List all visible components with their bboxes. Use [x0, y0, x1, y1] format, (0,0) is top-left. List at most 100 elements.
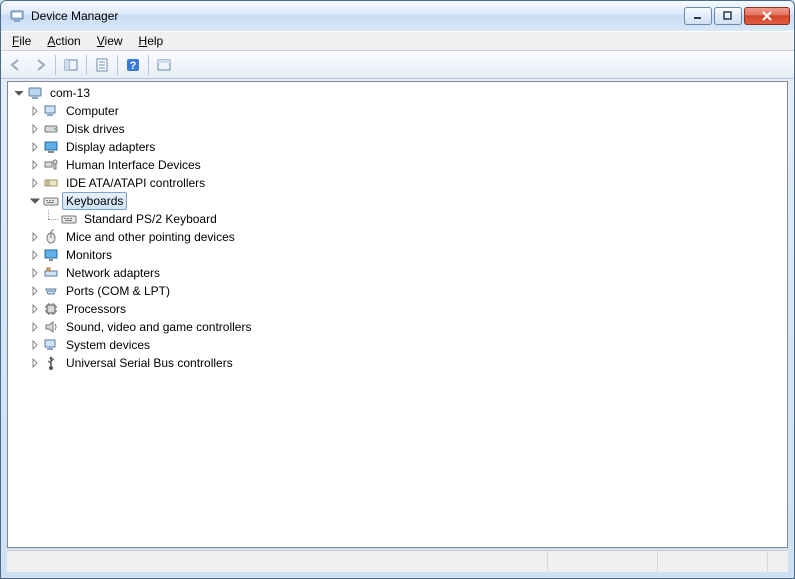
tree-label: Mice and other pointing devices [62, 228, 239, 246]
menu-file-label: ile [19, 34, 31, 48]
tree-node-hid[interactable]: Human Interface Devices [10, 156, 787, 174]
tree-label: Network adapters [62, 264, 164, 282]
ports-icon [43, 283, 59, 299]
properties-button[interactable] [91, 54, 113, 76]
menu-view-label: iew [105, 34, 123, 48]
monitor-icon [43, 247, 59, 263]
sound-icon [43, 319, 59, 335]
resize-grip[interactable] [768, 551, 788, 572]
tree-node-network[interactable]: Network adapters [10, 264, 787, 282]
tree-node-ports[interactable]: Ports (COM & LPT) [10, 282, 787, 300]
tree-node-mice[interactable]: Mice and other pointing devices [10, 228, 787, 246]
tree-label: Sound, video and game controllers [62, 318, 255, 336]
minimize-button[interactable] [684, 7, 712, 25]
tree-node-ide[interactable]: IDE ATA/ATAPI controllers [10, 174, 787, 192]
tree-node-keyboard-child[interactable]: Standard PS/2 Keyboard [10, 210, 787, 228]
device-tree: com-13 Computer Disk drives Display adap… [8, 82, 787, 374]
window-controls [682, 7, 790, 25]
computer-icon [27, 85, 43, 101]
expander-closed-icon[interactable] [28, 158, 42, 172]
computer-category-icon [43, 103, 59, 119]
expander-closed-icon[interactable] [28, 104, 42, 118]
expander-closed-icon[interactable] [28, 356, 42, 370]
menubar: File Action View Help [1, 31, 794, 51]
disk-icon [43, 121, 59, 137]
tree-node-processors[interactable]: Processors [10, 300, 787, 318]
hid-icon [43, 157, 59, 173]
system-icon [43, 337, 59, 353]
tree-node-sound[interactable]: Sound, video and game controllers [10, 318, 787, 336]
tree-node-keyboards[interactable]: Keyboards [10, 192, 787, 210]
tree-label-selected: Keyboards [62, 192, 127, 210]
keyboard-icon [61, 211, 77, 227]
toolbar-separator [148, 55, 149, 75]
tree-node-display-adapters[interactable]: Display adapters [10, 138, 787, 156]
tree-node-disk-drives[interactable]: Disk drives [10, 120, 787, 138]
window-title: Device Manager [31, 9, 682, 23]
tree-label: Computer [62, 102, 123, 120]
help-button[interactable]: ? [122, 54, 144, 76]
expander-closed-icon[interactable] [28, 230, 42, 244]
toolbar: ? [1, 51, 794, 79]
expander-closed-icon[interactable] [28, 140, 42, 154]
titlebar[interactable]: Device Manager [1, 1, 794, 31]
tree-root-label: com-13 [46, 84, 94, 102]
status-cell [658, 551, 768, 572]
tree-label: Monitors [62, 246, 116, 264]
menu-help-label: elp [147, 34, 163, 48]
forward-button[interactable] [29, 54, 51, 76]
toolbar-separator [86, 55, 87, 75]
keyboard-icon [43, 193, 59, 209]
expander-closed-icon[interactable] [28, 338, 42, 352]
display-adapter-icon [43, 139, 59, 155]
menu-file[interactable]: File [5, 33, 38, 49]
tree-label: Ports (COM & LPT) [62, 282, 174, 300]
expander-closed-icon[interactable] [28, 302, 42, 316]
statusbar [7, 550, 788, 572]
expander-closed-icon[interactable] [28, 176, 42, 190]
close-button[interactable] [744, 7, 790, 25]
svg-text:?: ? [130, 60, 137, 72]
menu-action-label: ction [55, 34, 80, 48]
menu-help[interactable]: Help [132, 33, 171, 49]
maximize-button[interactable] [714, 7, 742, 25]
tree-node-usb[interactable]: Universal Serial Bus controllers [10, 354, 787, 372]
menu-view[interactable]: View [90, 33, 130, 49]
device-tree-pane[interactable]: com-13 Computer Disk drives Display adap… [7, 81, 788, 548]
tree-label: Standard PS/2 Keyboard [80, 210, 221, 228]
expander-closed-icon[interactable] [28, 122, 42, 136]
status-cell [7, 551, 548, 572]
mouse-icon [43, 229, 59, 245]
app-icon [9, 8, 25, 24]
usb-icon [43, 355, 59, 371]
expander-closed-icon[interactable] [28, 248, 42, 262]
tree-label: Display adapters [62, 138, 159, 156]
tree-node-computer[interactable]: Computer [10, 102, 787, 120]
back-button[interactable] [5, 54, 27, 76]
tree-node-monitors[interactable]: Monitors [10, 246, 787, 264]
tree-label: System devices [62, 336, 154, 354]
expander-open-icon[interactable] [28, 194, 42, 208]
tree-node-system[interactable]: System devices [10, 336, 787, 354]
expander-closed-icon[interactable] [28, 320, 42, 334]
device-manager-window: Device Manager File Action View Help [0, 0, 795, 579]
expander-closed-icon[interactable] [28, 266, 42, 280]
tree-guide-icon [42, 210, 60, 228]
scan-hardware-button[interactable] [153, 54, 175, 76]
network-icon [43, 265, 59, 281]
tree-label: Universal Serial Bus controllers [62, 354, 237, 372]
expander-closed-icon[interactable] [28, 284, 42, 298]
tree-label: Processors [62, 300, 130, 318]
tree-root[interactable]: com-13 [10, 84, 787, 102]
status-cell [548, 551, 658, 572]
tree-label: Human Interface Devices [62, 156, 205, 174]
ide-icon [43, 175, 59, 191]
show-hide-console-button[interactable] [60, 54, 82, 76]
tree-label: IDE ATA/ATAPI controllers [62, 174, 209, 192]
menu-action[interactable]: Action [40, 33, 87, 49]
tree-label: Disk drives [62, 120, 129, 138]
expander-open-icon[interactable] [12, 86, 26, 100]
toolbar-separator [55, 55, 56, 75]
processor-icon [43, 301, 59, 317]
toolbar-separator [117, 55, 118, 75]
